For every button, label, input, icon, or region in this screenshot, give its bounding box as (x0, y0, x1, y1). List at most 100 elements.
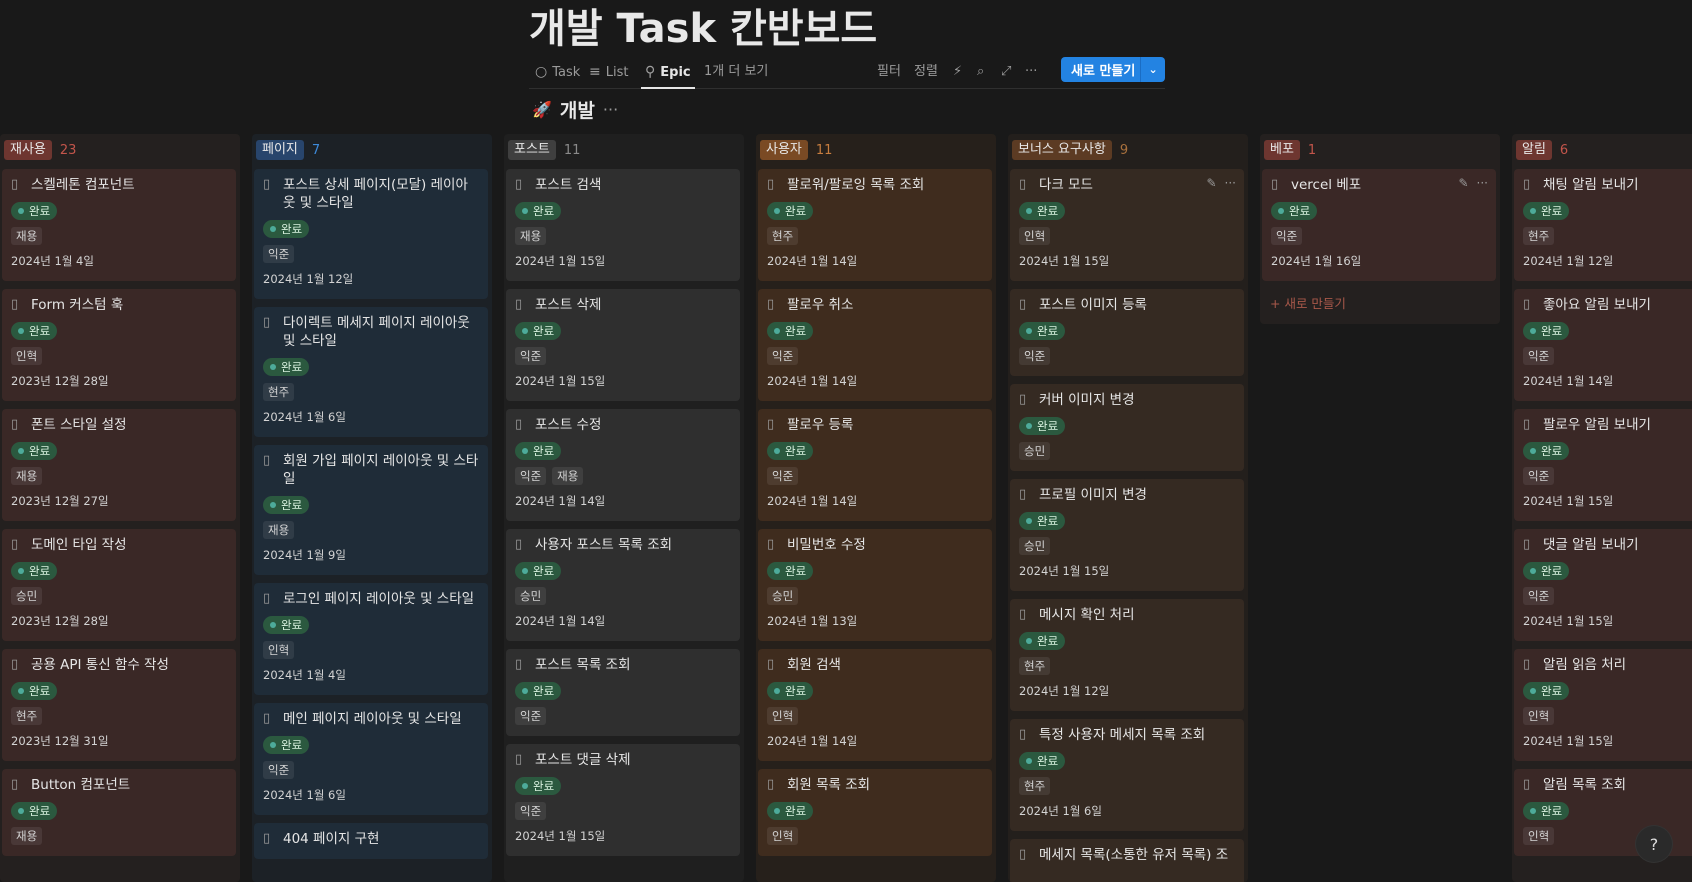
task-card[interactable]: ▯ 메세지 목록(소통한 유저 목록) 조 (1010, 839, 1244, 882)
chevron-down-icon[interactable]: ⌄ (1140, 57, 1165, 82)
task-card[interactable]: ▯ 포스트 상세 페이지(모달) 레이아웃 및 스타일 완료 익준 2024년 1월 1… (254, 169, 488, 299)
status-label: 완료 (785, 444, 807, 458)
new-button[interactable]: 새로 만들기 ⌄ (1061, 57, 1165, 82)
task-card[interactable]: ▯ 팔로우 등록 완료 익준 2024년 1월 14일 (758, 409, 992, 521)
expand-icon[interactable]: ⤢ (1001, 56, 1011, 88)
status-dot-icon (18, 448, 24, 454)
assignees: 재용 (11, 467, 227, 485)
lightning-icon[interactable]: ⚡ (953, 56, 962, 88)
card-date: 2023년 12월 27일 (11, 494, 109, 508)
group-title[interactable]: 개발 (560, 96, 595, 123)
task-card[interactable]: ▯ 포스트 삭제 완료 익준 2024년 1월 15일 (506, 289, 740, 401)
card-title: 포스트 상세 페이지(모달) 레이아웃 및 스타일 (283, 177, 468, 211)
assignees: 인혁 (1019, 227, 1235, 245)
task-card[interactable]: ▯ 댓글 알림 보내기 완료 익준 2024년 1월 15일 (1514, 529, 1692, 641)
task-card[interactable]: ▯ 팔로워/팔로잉 목록 조회 완료 현주 2024년 1월 14일 (758, 169, 992, 281)
task-card[interactable]: ▯ 도메인 타입 작성 완료 승민 2023년 12월 28일 (2, 529, 236, 641)
group-more-icon[interactable]: ··· (603, 100, 618, 119)
task-card[interactable]: ▯ 알림 읽음 처리 완료 인혁 2024년 1월 15일 (1514, 649, 1692, 761)
task-card[interactable]: ▯ 회원 가입 페이지 레이아웃 및 스타일 완료 재용 2024년 1월 9일 (254, 445, 488, 575)
column-header[interactable]: 포스트 11 (508, 140, 580, 160)
task-card[interactable]: ▯ 채팅 알림 보내기 완료 현주 2024년 1월 12일 (1514, 169, 1692, 281)
task-card[interactable]: ▯ 메인 페이지 레이아웃 및 스타일 완료 익준 2024년 1월 6일 (254, 703, 488, 815)
card-title: 알림 목록 조회 (1543, 777, 1627, 793)
sort-button[interactable]: 정렬 (914, 56, 938, 88)
task-card[interactable]: ▯ 커버 이미지 변경 완료 승민 (1010, 384, 1244, 471)
card-title-row: ▯ 포스트 댓글 삭제 (515, 751, 731, 769)
task-card[interactable]: ▯ 좋아요 알림 보내기 완료 익준 2024년 1월 14일 (1514, 289, 1692, 401)
document-icon: ▯ (1523, 537, 1531, 552)
card-title-row: ▯ 포스트 목록 조회 (515, 656, 731, 674)
status-dot-icon (270, 226, 276, 232)
task-card[interactable]: ▯ 로그인 페이지 레이아웃 및 스타일 완료 인혁 2024년 1월 4일 (254, 583, 488, 695)
task-card[interactable]: ▯ 특정 사용자 메세지 목록 조회 완료 현주 2024년 1월 6일 (1010, 719, 1244, 831)
task-card[interactable]: ▯ 포스트 목록 조회 완료 익준 (506, 649, 740, 736)
document-icon: ▯ (767, 777, 775, 792)
column-header[interactable]: 재사용 23 (4, 140, 76, 160)
status-dot-icon (18, 568, 24, 574)
task-card[interactable]: ▯ 프로필 이미지 변경 완료 승민 2024년 1월 15일 (1010, 479, 1244, 591)
more-options-icon[interactable]: ··· (1025, 56, 1037, 88)
status-dot-icon (522, 448, 528, 454)
filter-button[interactable]: 필터 (877, 56, 901, 88)
edit-icon[interactable]: ✎ (1206, 176, 1216, 190)
status-label: 완료 (1037, 514, 1059, 528)
task-card[interactable]: ▯ 팔로우 알림 보내기 완료 익준 2024년 1월 15일 (1514, 409, 1692, 521)
status-badge: 완료 (263, 220, 310, 238)
task-card[interactable]: ▯ 포스트 이미지 등록 완료 익준 (1010, 289, 1244, 376)
more-icon[interactable]: ··· (1477, 176, 1488, 190)
task-card[interactable]: ▯ 사용자 포스트 목록 조회 완료 승민 2024년 1월 14일 (506, 529, 740, 641)
column-tag: 사용자 (760, 140, 808, 160)
tab-epic[interactable]: ⚲ Epic (641, 56, 695, 89)
document-icon: ▯ (1019, 487, 1027, 502)
column-header[interactable]: 사용자 11 (760, 140, 832, 160)
more-icon[interactable]: ··· (1225, 176, 1236, 190)
task-card[interactable]: ▯ 공용 API 통신 함수 작성 완료 현주 2023년 12월 31일 (2, 649, 236, 761)
status-label: 완료 (785, 204, 807, 218)
card-title: 커버 이미지 변경 (1039, 392, 1135, 408)
card-date: 2024년 1월 13일 (767, 614, 858, 628)
task-card[interactable]: ▯ Button 컴포넌트 완료 재용 (2, 769, 236, 856)
document-icon: ▯ (1019, 727, 1027, 742)
card-title-row: ▯ 포스트 수정 (515, 416, 731, 434)
column-tag: 알림 (1516, 140, 1552, 160)
task-card[interactable]: ▯ 회원 목록 조회 완료 인혁 (758, 769, 992, 856)
column-header[interactable]: 보너스 요구사항 9 (1012, 140, 1128, 160)
task-card[interactable]: ▯ 다이렉트 메세지 페이지 레이아웃 및 스타일 완료 현주 2024년 1월 6일 (254, 307, 488, 437)
assignee-tag: 재용 (263, 521, 295, 539)
status-badge: 완료 (11, 682, 58, 700)
column-header[interactable]: 페이지 7 (256, 140, 320, 160)
assignee-tag: 익준 (263, 761, 295, 779)
task-card[interactable]: ▯ Form 커스텀 훅 완료 인혁 2023년 12월 28일 (2, 289, 236, 401)
task-card[interactable]: ▯ 포스트 댓글 삭제 완료 익준 2024년 1월 15일 (506, 744, 740, 856)
assignees: 익준 (1019, 347, 1235, 365)
column-header[interactable]: 알림 6 (1516, 140, 1568, 160)
task-card[interactable]: ▯ 404 페이지 구현 (254, 823, 488, 859)
more-views-link[interactable]: 1개 더 보기 (704, 56, 768, 88)
task-card[interactable]: ▯ 메시지 확인 처리 완료 현주 2024년 1월 12일 (1010, 599, 1244, 711)
task-card[interactable]: ▯ 포스트 검색 완료 재용 2024년 1월 15일 (506, 169, 740, 281)
help-button[interactable]: ? (1636, 826, 1672, 862)
tab-list-label: List (605, 64, 629, 80)
assignees: 익준 (1523, 587, 1692, 605)
status-badge: 완료 (1271, 202, 1318, 220)
tab-list[interactable]: ≡ List (589, 56, 628, 88)
status-label: 완료 (281, 360, 303, 374)
task-card[interactable]: ▯ 다크 모드 완료 인혁 2024년 1월 15일 ✎ ··· (1010, 169, 1244, 281)
task-card[interactable]: ▯ 포스트 수정 완료 익준 재용 2024년 1월 14일 (506, 409, 740, 521)
task-card[interactable]: ▯ 폰트 스타일 설정 완료 재용 2023년 12월 27일 (2, 409, 236, 521)
task-card[interactable]: ▯ vercel 베포 완료 익준 2024년 1월 16일 ✎ ··· (1262, 169, 1496, 281)
edit-icon[interactable]: ✎ (1458, 176, 1468, 190)
column-header[interactable]: 베포 1 (1264, 140, 1316, 160)
task-card[interactable]: ▯ 팔로우 취소 완료 익준 2024년 1월 14일 (758, 289, 992, 401)
search-icon[interactable]: ⌕ (977, 56, 984, 88)
status-label: 완료 (29, 804, 51, 818)
status-badge: 완료 (515, 442, 562, 460)
task-card[interactable]: ▯ 회원 검색 완료 인혁 2024년 1월 14일 (758, 649, 992, 761)
task-card[interactable]: ▯ 비밀번호 수정 완료 승민 2024년 1월 13일 (758, 529, 992, 641)
tab-task[interactable]: ○ Task (535, 56, 580, 88)
rocket-icon: 🚀 (532, 100, 552, 119)
add-card-button[interactable]: + 새로 만들기 (1270, 293, 1346, 312)
task-card[interactable]: ▯ 스켈레톤 컴포넌트 완료 재용 2024년 1월 4일 (2, 169, 236, 281)
status-badge: 완료 (515, 562, 562, 580)
